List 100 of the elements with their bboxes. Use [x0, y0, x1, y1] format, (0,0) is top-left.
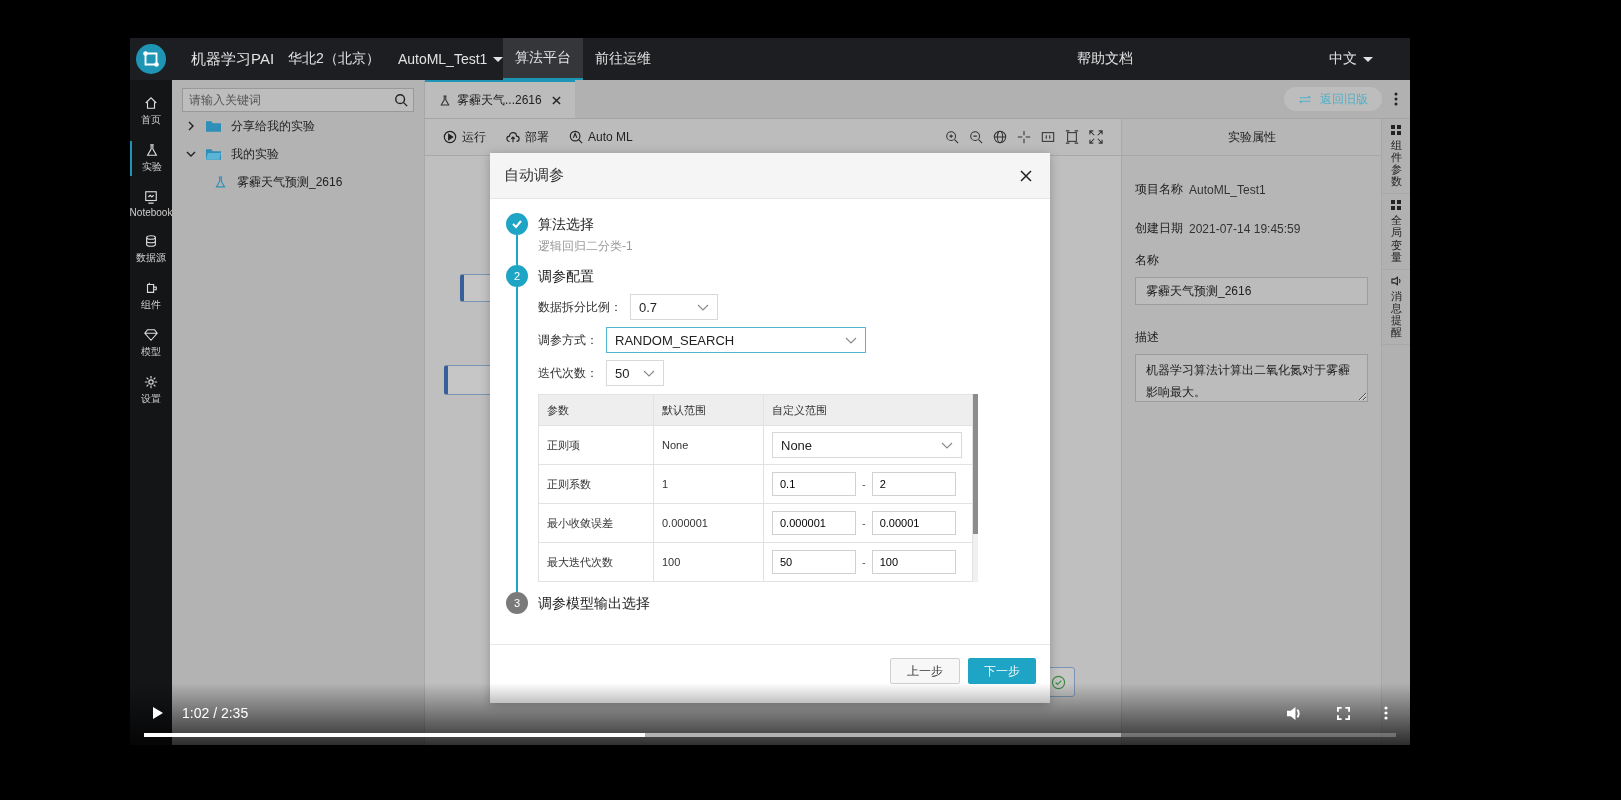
step-title: 调参模型输出选择 [538, 594, 651, 613]
step-indicator: 2 [506, 265, 528, 287]
database-icon [144, 234, 158, 248]
column-header: 自定义范围 [771, 402, 828, 418]
product-name: 机器学习PAI [191, 49, 275, 69]
close-icon[interactable] [551, 95, 561, 105]
step-indicator: 3 [506, 592, 528, 614]
language-dropdown[interactable]: 中文 [1329, 38, 1373, 80]
rail-item[interactable]: 模型 [130, 326, 172, 361]
field-label: 创建日期 [1135, 220, 1183, 237]
more-icon[interactable] [1384, 706, 1388, 720]
swap-arrows-icon [1298, 94, 1312, 104]
range-separator: - [862, 478, 866, 490]
rail-item[interactable]: 数据源 [130, 232, 172, 267]
table-cell: None [654, 426, 764, 464]
step-title: 调参配置 [538, 267, 595, 286]
chevron-down-icon[interactable] [186, 149, 196, 159]
form-label: 调参方式： [538, 331, 598, 349]
table-cell: 正则系数 [539, 465, 654, 503]
fullscreen-icon[interactable] [1089, 130, 1103, 144]
volume-icon[interactable] [1286, 705, 1303, 721]
nav-tab[interactable]: 算法平台 [503, 38, 584, 80]
experiment-tab[interactable]: 雾霾天气...2616 [425, 80, 575, 118]
table-cell: 正则项 [539, 426, 654, 464]
progress-bar[interactable] [144, 733, 1396, 737]
rail-item[interactable]: 首页 [130, 94, 172, 129]
input-field[interactable]: 50 [772, 550, 856, 574]
table-cell: 1 [654, 465, 764, 503]
input-field[interactable]: 100 [871, 550, 956, 574]
rail-item[interactable]: Notebook [130, 188, 172, 220]
form-label: 迭代次数： [538, 364, 598, 382]
toolbar-button[interactable]: 部署 [506, 128, 549, 146]
flask-icon [214, 175, 227, 189]
time-display: 1:02 / 2:35 [182, 705, 249, 721]
folder-icon [206, 120, 221, 132]
input-field[interactable]: 0.000001 [772, 511, 856, 535]
side-tab[interactable]: 消息提醒 [1382, 269, 1410, 346]
tree-item[interactable]: 雾霾天气预测_2616 [237, 173, 343, 191]
input-field[interactable]: 2 [871, 472, 956, 496]
monitor-icon [144, 190, 158, 204]
speaker-icon [1390, 275, 1402, 286]
range-separator: - [862, 556, 866, 568]
select-field[interactable]: None [772, 432, 962, 458]
globe-icon[interactable] [993, 130, 1007, 144]
column-header: 默认范围 [654, 395, 764, 425]
grid-icon [1391, 125, 1401, 135]
nav-tab[interactable]: 前往运维 [583, 38, 664, 80]
dialog-button[interactable]: 上一步 [890, 658, 960, 684]
select-field[interactable]: 0.7 [630, 294, 718, 320]
toolbar-button[interactable]: Auto ML [569, 130, 633, 144]
expand-box-icon[interactable] [1065, 130, 1079, 144]
range-separator: - [862, 517, 866, 529]
open-folder-icon [206, 148, 221, 160]
frame-icon[interactable] [1041, 130, 1055, 144]
select-field[interactable]: RANDOM_SEARCH [606, 327, 866, 353]
search-field[interactable]: 请输入关键词 [182, 88, 414, 112]
tree-item[interactable]: 我的实验 [231, 145, 279, 163]
fit-icon[interactable] [1017, 130, 1031, 144]
description-field[interactable]: 机器学习算法计算出二氧化氮对于雾霾影响最大。 [1135, 354, 1368, 402]
step-subtitle: 逻辑回归二分类-1 [538, 238, 634, 255]
mug-icon [144, 281, 158, 295]
flask-icon [145, 143, 159, 157]
logo-icon [136, 44, 166, 74]
table-cell: 最小收敛误差 [539, 504, 654, 542]
name-field[interactable]: 雾霾天气预测_2616 [1135, 277, 1368, 305]
more-icon[interactable] [1394, 92, 1398, 106]
rail-item[interactable]: 设置 [130, 373, 172, 408]
column-header: 参数 [539, 395, 654, 425]
table-cell: 100 [654, 543, 764, 581]
home-icon [144, 96, 158, 110]
form-label: 数据拆分比例： [538, 298, 622, 316]
rail-item[interactable]: 组件 [130, 279, 172, 314]
chevron-down-icon [845, 336, 857, 344]
zoom-in-icon[interactable] [945, 130, 959, 144]
tree-item[interactable]: 分享给我的实验 [231, 117, 315, 135]
scrollbar-thumb[interactable] [973, 394, 978, 534]
input-field[interactable]: 0.00001 [871, 511, 956, 535]
check-circle-icon [1051, 674, 1066, 690]
side-tab[interactable]: 组件参数 [1382, 119, 1410, 195]
help-link[interactable]: 帮助文档 [1077, 50, 1133, 68]
search-icon[interactable] [394, 93, 408, 107]
toolbar-button[interactable]: 运行 [443, 128, 486, 146]
select-field[interactable]: 50 [606, 360, 664, 386]
region-label: 华北2（北京） [288, 50, 380, 68]
table-cell: 0.000001 [654, 504, 764, 542]
chevron-down-icon [643, 369, 655, 377]
cloud-upload-icon [506, 130, 520, 144]
grid-icon [1391, 200, 1401, 211]
field-label: 名称 [1135, 252, 1160, 269]
field-label: 描述 [1135, 329, 1160, 346]
step-title: 算法选择 [538, 215, 595, 234]
field-label: 项目名称 [1135, 181, 1183, 198]
settings-icon [144, 375, 158, 389]
zoom-out-icon[interactable] [969, 130, 983, 144]
chevron-right-icon[interactable] [186, 121, 196, 131]
input-field[interactable]: 0.1 [772, 472, 856, 496]
side-tab[interactable]: 全局变量 [1382, 194, 1410, 270]
field-value: AutoML_Test1 [1189, 182, 1266, 197]
field-value: 2021-07-14 19:45:59 [1189, 221, 1301, 236]
dialog-title: 自动调参 [504, 166, 565, 185]
